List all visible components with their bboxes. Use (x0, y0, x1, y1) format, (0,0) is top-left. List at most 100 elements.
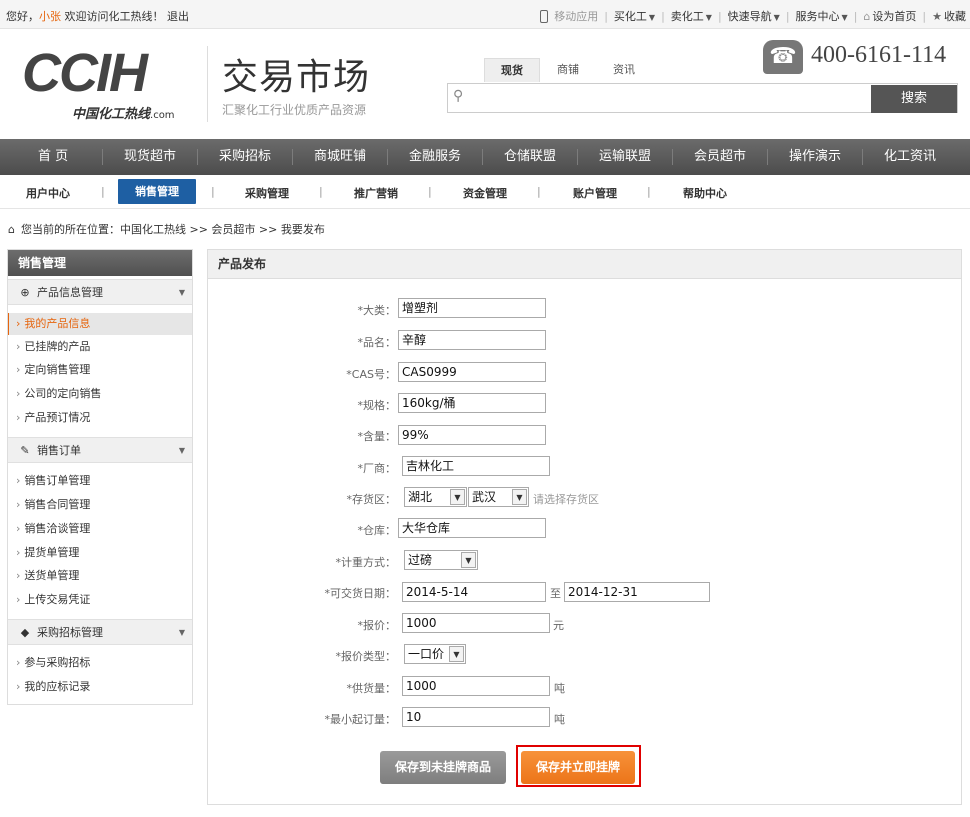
divider: | (604, 9, 608, 23)
search-button[interactable]: 搜索 (871, 85, 957, 113)
sidebar-item-contract-mgmt[interactable]: › 销售合同管理 (8, 494, 192, 516)
welcome-text: 欢迎访问化工热线！ (61, 10, 164, 23)
search-tab-spot[interactable]: 现货 (484, 58, 540, 82)
nav-storage[interactable]: 仓储联盟 (504, 139, 556, 175)
sidebar-item-pickup-mgmt[interactable]: › 提货单管理 (8, 542, 192, 564)
delivery-date-from-input[interactable]: 2014-5-14 (402, 582, 546, 602)
nav-divider (862, 149, 863, 165)
sidebar: 销售管理 ⊕ 产品信息管理 ▼ › 我的产品信息 › 已挂牌的产品 › 定向销售管理 › 公… (7, 249, 193, 705)
sidebar-item-upload-voucher[interactable]: › 上传交易凭证 (8, 589, 192, 611)
nav-divider (672, 149, 673, 165)
nav-divider (292, 149, 293, 165)
subnav-help[interactable]: 帮助中心 (683, 185, 727, 201)
chevron-right-icon: › (16, 387, 21, 400)
favorite-link[interactable]: 收藏 (944, 8, 966, 24)
min-order-input[interactable]: 10 (402, 707, 550, 727)
search-tab-news[interactable]: 资讯 (596, 58, 652, 82)
chevron-right-icon: › (16, 656, 21, 669)
nav-divider (767, 149, 768, 165)
mobile-app-link[interactable]: 移动应用 (554, 8, 598, 24)
greeting: 您好，小张 欢迎访问化工热线！ 退出 (6, 8, 189, 24)
warehouse-input[interactable]: 大华仓库 (398, 518, 546, 538)
product-name-input[interactable]: 辛醇 (398, 330, 546, 350)
product-icon: ⊕ (20, 286, 30, 299)
province-select[interactable]: 湖北 ▼ (404, 487, 467, 507)
buy-chem-label: 买化工 (613, 10, 647, 23)
sidebar-item-my-products[interactable]: › 我的产品信息 (8, 313, 192, 335)
weigh-method-select[interactable]: 过磅 ▼ (404, 550, 478, 570)
city-select[interactable]: 武汉 ▼ (468, 487, 529, 507)
subnav-account[interactable]: 账户管理 (573, 185, 617, 201)
nav-procurement[interactable]: 采购招标 (219, 139, 271, 175)
mobile-icon (540, 9, 549, 23)
sidebar-item-directed-sales[interactable]: › 定向销售管理 (8, 359, 192, 381)
weigh-method-label: *计重方式： (335, 556, 397, 569)
subnav-funds[interactable]: 资金管理 (463, 185, 507, 201)
sidebar-item-delivery-mgmt[interactable]: › 送货单管理 (8, 565, 192, 587)
set-homepage-link[interactable]: 设为首页 (872, 8, 916, 24)
subnav-user-center[interactable]: 用户中心 (26, 185, 70, 201)
username[interactable]: 小张 (39, 10, 61, 23)
supply-label: *供货量： (346, 682, 397, 695)
logout-link[interactable]: 退出 (167, 10, 189, 23)
nav-demo[interactable]: 操作演示 (789, 139, 841, 175)
cas-label: *CAS号： (346, 368, 396, 381)
sidebar-item-bid-records[interactable]: › 我的应标记录 (8, 676, 192, 698)
chevron-right-icon: › (16, 593, 21, 606)
nav-divider (482, 149, 483, 165)
category-input[interactable]: 增塑剂 (398, 298, 546, 318)
sidebar-item-order-mgmt[interactable]: › 销售订单管理 (8, 470, 192, 492)
nav-chem-news[interactable]: 化工资讯 (884, 139, 936, 175)
quick-nav-menu[interactable]: 快速导航 ▼ (728, 8, 780, 24)
main-nav: 首 页 现货超市 采购招标 商城旺铺 金融服务 仓储联盟 运输联盟 会员超市 操… (0, 139, 970, 175)
subnav-sales-mgmt[interactable]: 销售管理 (118, 179, 196, 204)
subnav-purchase-mgmt[interactable]: 采购管理 (245, 185, 289, 201)
divider: | (661, 9, 665, 23)
buy-chem-menu[interactable]: 买化工 ▼ (614, 8, 655, 24)
nav-mall-shops[interactable]: 商城旺铺 (314, 139, 366, 175)
logo-text: CCIH (22, 43, 148, 103)
delivery-date-to-input[interactable]: 2014-12-31 (564, 582, 710, 602)
price-input[interactable]: 1000 (402, 613, 550, 633)
sidebar-item-negotiation-mgmt[interactable]: › 销售洽谈管理 (8, 518, 192, 540)
service-center-menu[interactable]: 服务中心 ▼ (796, 8, 848, 24)
sidebar-item-join-bidding[interactable]: › 参与采购招标 (8, 652, 192, 674)
price-type-select[interactable]: 一口价 ▼ (404, 644, 466, 664)
sidebar-item-reservations[interactable]: › 产品预订情况 (8, 407, 192, 429)
sidebar-group-product-info[interactable]: ⊕ 产品信息管理 ▼ (8, 279, 192, 305)
cas-input[interactable]: CAS0999 (398, 362, 546, 382)
chevron-right-icon: › (16, 340, 21, 353)
warehouse-label: *仓库： (357, 524, 397, 537)
divider: | (717, 9, 722, 23)
nav-spot-market[interactable]: 现货超市 (124, 139, 176, 175)
manufacturer-input[interactable]: 吉林化工 (402, 456, 550, 476)
sidebar-item-label: 产品预订情况 (24, 411, 91, 424)
nav-finance[interactable]: 金融服务 (409, 139, 461, 175)
sell-chem-menu[interactable]: 卖化工 ▼ (671, 8, 712, 24)
service-center-label: 服务中心 (795, 10, 840, 23)
sidebar-item-label: 我的产品信息 (24, 317, 91, 330)
save-and-list-button[interactable]: 保存并立即挂牌 (521, 751, 635, 784)
sidebar-item-listed-products[interactable]: › 已挂牌的产品 (8, 336, 192, 358)
content-input[interactable]: 99% (398, 425, 546, 445)
supply-unit: 吨 (554, 682, 565, 695)
spec-input[interactable]: 160kg/桶 (398, 393, 546, 413)
nav-transport[interactable]: 运输联盟 (599, 139, 651, 175)
sidebar-group-bidding[interactable]: ◆ 采购招标管理 ▼ (8, 619, 192, 645)
subnav-promotion[interactable]: 推广营销 (354, 185, 398, 201)
min-order-label: *最小起订量： (324, 713, 397, 726)
sidebar-group-sales-orders[interactable]: ✎ 销售订单 ▼ (8, 437, 192, 463)
save-unlisted-button[interactable]: 保存到未挂牌商品 (380, 751, 506, 784)
sidebar-item-company-directed-sales[interactable]: › 公司的定向销售 (8, 383, 192, 405)
logo-sub-cn: 中国化工热线 (72, 107, 151, 122)
sell-chem-label: 卖化工 (670, 10, 704, 23)
logo[interactable]: CCIH (22, 43, 148, 103)
nav-member-market[interactable]: 会员超市 (694, 139, 746, 175)
chevron-down-icon: ▼ (449, 646, 464, 662)
tag-icon: ◆ (20, 626, 30, 639)
search-tab-shops[interactable]: 商铺 (540, 58, 596, 82)
supply-input[interactable]: 1000 (402, 676, 550, 696)
chevron-down-icon: ▼ (648, 13, 656, 22)
breadcrumb-path[interactable]: 中国化工热线 >> 会员超市 >> 我要发布 (120, 223, 325, 236)
nav-home[interactable]: 首 页 (38, 139, 68, 175)
